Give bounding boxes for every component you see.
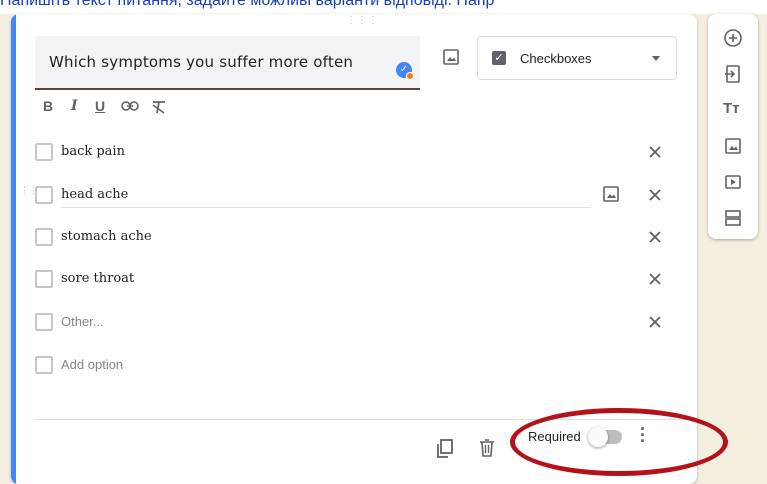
option-checkbox (35, 313, 53, 331)
remove-option-icon[interactable] (648, 272, 662, 286)
option-checkbox (35, 270, 53, 288)
link-icon[interactable] (121, 100, 139, 112)
remove-option-icon[interactable] (648, 230, 662, 244)
clear-format-icon[interactable] (151, 100, 167, 114)
highlight-annotation (510, 408, 728, 476)
instruction-banner: Напишіть текст питання, задайте можливі … (0, 0, 767, 14)
option-label[interactable]: back pain (61, 144, 125, 159)
instruction-text: Напишіть текст питання, задайте можливі … (0, 0, 495, 9)
underline-icon[interactable]: U (95, 98, 105, 114)
question-type-label: Checkboxes (520, 51, 592, 66)
remove-option-icon[interactable] (648, 145, 662, 159)
option-checkbox (35, 186, 53, 204)
add-title-icon[interactable]: Tт (723, 100, 743, 120)
spellcheck-icon: ✓ (396, 62, 414, 80)
floating-toolbar: Tт (708, 14, 758, 239)
option-label[interactable]: head ache (61, 187, 128, 202)
checkbox-type-icon: ✓ (492, 51, 506, 65)
option-label[interactable]: stomach ache (61, 229, 152, 244)
option-checkbox (35, 356, 53, 374)
italic-icon[interactable]: I (71, 98, 78, 114)
add-question-icon[interactable] (723, 28, 743, 48)
option-label[interactable]: sore throat (61, 271, 134, 286)
remove-option-icon[interactable] (648, 188, 662, 202)
drag-handle-icon[interactable]: ⋮⋮⋮ (346, 16, 379, 26)
option-label-other[interactable]: Other... (61, 314, 104, 329)
question-title-text[interactable]: Which symptoms you suffer more often (49, 53, 353, 71)
option-image-icon[interactable] (602, 185, 620, 203)
dropdown-arrow-icon (652, 56, 660, 61)
option-checkbox (35, 143, 53, 161)
duplicate-icon[interactable] (436, 439, 454, 459)
option-input-underline (61, 207, 591, 208)
active-card-accent (11, 14, 16, 484)
add-image-icon[interactable] (442, 48, 460, 66)
bold-icon[interactable]: B (43, 98, 53, 114)
add-option-label[interactable]: Add option (61, 357, 123, 372)
add-image-icon[interactable] (723, 136, 743, 156)
delete-icon[interactable] (479, 439, 495, 457)
option-checkbox (35, 228, 53, 246)
remove-option-icon[interactable] (648, 315, 662, 329)
question-title-input[interactable]: Which symptoms you suffer more often ✓ (35, 36, 420, 90)
import-questions-icon[interactable] (723, 64, 743, 84)
add-video-icon[interactable] (723, 172, 743, 192)
add-section-icon[interactable] (723, 208, 743, 228)
question-type-dropdown[interactable]: ✓ Checkboxes (477, 36, 677, 80)
